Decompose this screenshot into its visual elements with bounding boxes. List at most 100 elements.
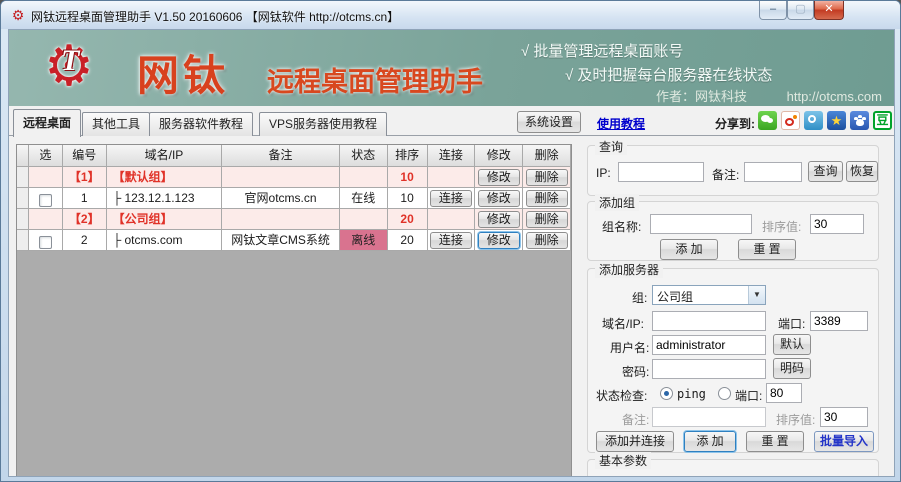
delete-button[interactable]: 删除 [526,190,568,207]
col-header-id: 编号 [63,145,107,167]
row-header-stub [17,188,29,209]
connect-cell: 连接 [428,230,476,251]
server-add-button[interactable]: 添 加 [684,431,736,452]
connect-cell [428,209,476,230]
query-restore-button[interactable]: 恢复 [846,161,878,182]
title-bar: ⚙ 网钛远程桌面管理助手 V1.50 20160606 【网钛软件 http:/… [1,1,900,29]
select-cell [29,209,63,230]
group-id: 【1】 [63,167,107,188]
header-banner: ⚙ T 网钛 远程桌面管理助手 √ 批量管理远程桌面账号 √ 及时把握每台服务器… [9,30,894,106]
tencent-weibo-share-icon[interactable] [804,111,823,130]
modify-button[interactable]: 修改 [478,211,520,228]
select-cell [29,230,63,251]
modify-cell: 修改 [475,188,523,209]
batch-import-button[interactable]: 批量导入 [814,431,874,452]
tab-other-tools[interactable]: 其他工具 [82,112,150,136]
group-name-label: 组名称: [602,218,641,235]
tab-server-software-tutorial[interactable]: 服务器软件教程 [149,112,253,136]
row-checkbox[interactable] [39,194,52,207]
server-port-label: 端口: [778,315,805,332]
douban-share-icon[interactable]: 豆 [873,111,892,130]
add-group-title: 添加组 [595,194,639,211]
usage-tutorial-link[interactable]: 使用教程 [597,115,645,132]
baidu-share-icon[interactable] [850,111,869,130]
connect-button[interactable]: 连接 [430,190,472,207]
row-checkbox[interactable] [39,236,52,249]
group-name-input[interactable] [650,214,752,234]
query-title: 查询 [595,138,627,155]
maximize-button[interactable]: ▢ [787,1,814,20]
server-domain: ├ otcms.com [107,230,223,251]
query-search-button[interactable]: 查询 [808,161,843,182]
query-note-input[interactable] [744,162,802,182]
system-settings-button[interactable]: 系统设置 [517,111,581,133]
note-cell [222,167,340,188]
tab-bar: 远程桌面 其他工具 服务器软件教程 VPS服务器使用教程 系统设置 使用教程 分… [9,106,894,136]
add-server-title: 添加服务器 [595,261,663,278]
group-reset-button[interactable]: 重 置 [738,239,796,260]
modify-button-focused[interactable]: 修改 [478,232,520,249]
select-cell [29,167,63,188]
server-default-button[interactable]: 默认 [773,334,811,355]
sina-weibo-share-icon[interactable] [781,111,800,130]
group-order-label: 排序值: [762,218,801,235]
server-port-input[interactable] [810,311,868,331]
port-check-radio[interactable] [718,387,731,400]
wechat-share-icon[interactable] [758,111,777,130]
connect-cell [428,167,476,188]
status-check-label: 状态检查: [596,387,647,404]
port-check-label: 端口: [735,387,762,404]
main-area: 选 编号 域名/IP 备注 状态 排序 连接 修改 删除 【1】 【默认组】 [9,137,894,477]
add-and-connect-button[interactable]: 添加并连接 [596,431,674,452]
connect-cell: 连接 [428,188,476,209]
delete-button[interactable]: 删除 [526,232,568,249]
server-domain-input[interactable] [652,311,766,331]
feature-line-1: √ 批量管理远程桌面账号 [521,40,683,61]
server-plaintext-button[interactable]: 明码 [773,358,811,379]
author-text: 作者：网钛科技 [656,89,747,104]
query-ip-input[interactable] [618,162,704,182]
server-grid: 选 编号 域名/IP 备注 状态 排序 连接 修改 删除 【1】 【默认组】 [16,144,572,477]
row-header-stub [17,209,29,230]
port-check-input[interactable] [766,383,802,403]
server-user-input[interactable] [652,335,766,355]
server-note: 网钛文章CMS系统 [222,230,340,251]
query-ip-label: IP: [596,166,611,180]
site-url: http://otcms.com [787,89,882,104]
connect-button[interactable]: 连接 [430,232,472,249]
col-header-connect: 连接 [428,145,476,167]
qzone-share-icon[interactable]: ★ [827,111,846,130]
group-name: 【默认组】 [107,167,223,188]
close-button[interactable]: ✕ [814,1,844,20]
delete-button[interactable]: 删除 [526,211,568,228]
server-order-input[interactable] [820,407,868,427]
server-pwd-input[interactable] [652,359,766,379]
server-reset-button[interactable]: 重 置 [746,431,804,452]
server-note-input[interactable] [652,407,766,427]
window-title: 网钛远程桌面管理助手 V1.50 20160606 【网钛软件 http://o… [31,8,399,25]
delete-button[interactable]: 删除 [526,169,568,186]
ping-radio[interactable] [660,387,673,400]
logo-t-glyph: T [61,44,79,78]
app-window: ⚙ 网钛远程桌面管理助手 V1.50 20160606 【网钛软件 http:/… [0,0,901,482]
minimize-button[interactable]: – [759,1,787,20]
server-id: 2 [63,230,107,251]
row-header-stub [17,230,29,251]
group-add-button[interactable]: 添 加 [660,239,718,260]
modify-button[interactable]: 修改 [478,190,520,207]
group-id: 【2】 [63,209,107,230]
modify-button[interactable]: 修改 [478,169,520,186]
group-order-input[interactable] [810,214,864,234]
brand-title: 网钛 [137,42,229,103]
col-header-order: 排序 [388,145,428,167]
tab-vps-usage-tutorial[interactable]: VPS服务器使用教程 [259,112,387,136]
query-groupbox: 查询 IP: 备注: 查询 恢复 [587,145,879,196]
server-group-select[interactable]: 公司组 ▼ [652,285,766,305]
server-order-label: 排序值: [776,411,815,428]
server-domain: ├ 123.12.1.123 [107,188,223,209]
tab-remote-desktop[interactable]: 远程桌面 [13,109,81,137]
delete-cell: 删除 [523,167,571,188]
query-note-label: 备注: [712,166,739,183]
row-header-stub [17,167,29,188]
status-cell [340,209,388,230]
